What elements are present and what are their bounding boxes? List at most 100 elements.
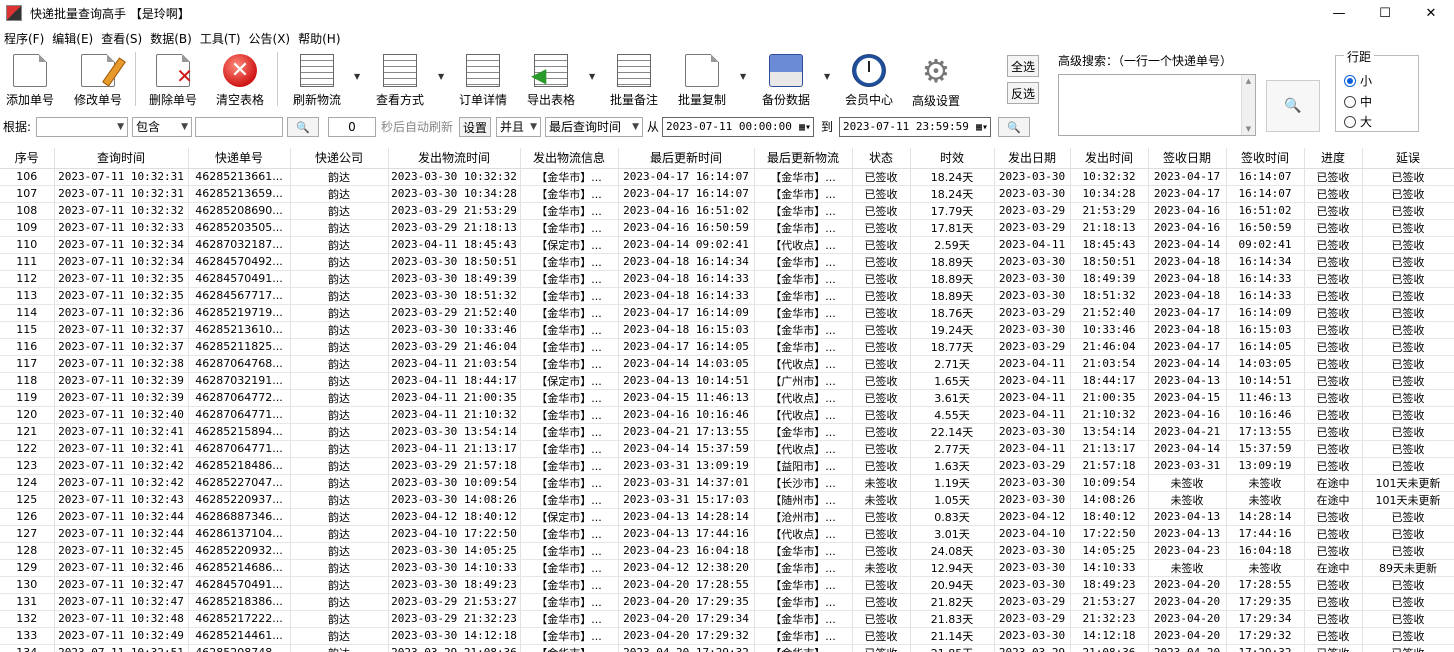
- radio-small[interactable]: [1344, 74, 1356, 87]
- column-header[interactable]: 序号: [0, 148, 55, 169]
- table-row[interactable]: 127 2023-07-11 10:32:44 46286137104... 韵达 20…: [0, 525, 1454, 543]
- table-row[interactable]: 115 2023-07-11 10:32:37 46285213610... 韵达 20…: [0, 321, 1454, 339]
- table-row[interactable]: 112 2023-07-11 10:32:35 46284570491... 韵达 20…: [0, 270, 1454, 288]
- batch-note-button[interactable]: 批量备注: [602, 52, 666, 108]
- table-cell: 韵达: [290, 168, 389, 186]
- backup-button[interactable]: 备份数据: [754, 52, 818, 108]
- table-row[interactable]: 130 2023-07-11 10:32:47 46284570491... 韵达 20…: [0, 576, 1454, 594]
- table-row[interactable]: 107 2023-07-11 10:32:31 46285213659... 韵达 20…: [0, 185, 1454, 203]
- table-row[interactable]: 121 2023-07-11 10:32:41 46285215894... 韵达 20…: [0, 423, 1454, 441]
- radio-medium[interactable]: [1344, 95, 1356, 108]
- menu-help[interactable]: 帮助(H): [294, 30, 344, 47]
- table-row[interactable]: 131 2023-07-11 10:32:47 46285218386... 韵达 20…: [0, 593, 1454, 611]
- table-row[interactable]: 119 2023-07-11 10:32:39 46287064772... 韵达 20…: [0, 389, 1454, 407]
- scroll-up-icon[interactable]: ▲: [1246, 77, 1251, 85]
- row-height-medium[interactable]: 中: [1344, 93, 1372, 110]
- scroll-down-icon[interactable]: ▼: [1246, 125, 1251, 133]
- date-from-picker[interactable]: 2023-07-11 00:00:00 ▦▾: [662, 117, 814, 137]
- table-row[interactable]: 110 2023-07-11 10:32:34 46287032187... 韵达 20…: [0, 236, 1454, 254]
- clear-button[interactable]: ✕ 清空表格: [208, 52, 272, 108]
- batch-copy-button[interactable]: 批量复制: [670, 52, 734, 108]
- close-button[interactable]: ✕: [1408, 0, 1454, 26]
- column-header[interactable]: 最后更新物流: [754, 148, 853, 169]
- table-row[interactable]: 120 2023-07-11 10:32:40 46287064771... 韵达 20…: [0, 406, 1454, 424]
- advanced-search-scrollbar[interactable]: ▲ ▼: [1241, 75, 1255, 135]
- minimize-button[interactable]: —: [1316, 0, 1362, 26]
- column-header[interactable]: 延误: [1362, 148, 1454, 169]
- table-row[interactable]: 114 2023-07-11 10:32:36 46285219719... 韵达 20…: [0, 304, 1454, 322]
- delete-button[interactable]: ✕ 删除单号: [141, 52, 205, 108]
- menu-data[interactable]: 数据(B): [146, 30, 196, 47]
- table-row[interactable]: 116 2023-07-11 10:32:37 46285211825... 韵达 20…: [0, 338, 1454, 356]
- column-header[interactable]: 状态: [852, 148, 911, 169]
- set-button[interactable]: 设置: [459, 117, 491, 137]
- view-mode-dropdown-icon[interactable]: ▼: [438, 72, 444, 81]
- column-header[interactable]: 查询时间: [54, 148, 189, 169]
- time-field-select[interactable]: 最后查询时间 ▼: [545, 117, 643, 137]
- menu-edit[interactable]: 编辑(E): [48, 30, 97, 47]
- table-row[interactable]: 122 2023-07-11 10:32:41 46287064771... 韵达 20…: [0, 440, 1454, 458]
- refresh-button[interactable]: 刷新物流: [285, 52, 349, 108]
- table-row[interactable]: 109 2023-07-11 10:32:33 46285203505... 韵达 20…: [0, 219, 1454, 237]
- menu-tools[interactable]: 工具(T): [196, 30, 245, 47]
- column-header[interactable]: 发出时间: [1070, 148, 1149, 169]
- export-button[interactable]: ◀ 导出表格: [519, 52, 583, 108]
- filter-field-select[interactable]: ▼: [36, 117, 128, 137]
- view-mode-button[interactable]: 查看方式: [368, 52, 432, 108]
- column-header[interactable]: 签收日期: [1148, 148, 1227, 169]
- filter-search-button[interactable]: 🔍: [287, 117, 319, 137]
- table-row[interactable]: 124 2023-07-11 10:32:42 46285227047... 韵达 20…: [0, 474, 1454, 492]
- logic-select[interactable]: 并且 ▼: [496, 117, 541, 137]
- member-button[interactable]: 会员中心: [837, 52, 901, 108]
- detail-button[interactable]: 订单详情: [451, 52, 515, 108]
- column-header[interactable]: 时效: [910, 148, 995, 169]
- backup-dropdown-icon[interactable]: ▼: [824, 72, 830, 81]
- table-row[interactable]: 133 2023-07-11 10:32:49 46285214461... 韵达 20…: [0, 627, 1454, 645]
- table-row[interactable]: 132 2023-07-11 10:32:48 46285217222... 韵达 20…: [0, 610, 1454, 628]
- table-row[interactable]: 1342023-07-11 10:32:5146285208748...韵达20…: [0, 644, 1454, 652]
- table-row[interactable]: 125 2023-07-11 10:32:43 46285220937... 韵达 20…: [0, 491, 1454, 509]
- menu-program[interactable]: 程序(F): [0, 30, 48, 47]
- refresh-dropdown-icon[interactable]: ▼: [354, 72, 360, 81]
- filter-match-select[interactable]: 包含 ▼: [132, 117, 192, 137]
- column-header[interactable]: 快递公司: [290, 148, 389, 169]
- calendar-icon[interactable]: ▦▾: [799, 119, 811, 137]
- row-height-large[interactable]: 大: [1344, 113, 1372, 130]
- edit-button[interactable]: 修改单号: [66, 52, 130, 108]
- advanced-search-textarea[interactable]: ▲ ▼: [1058, 74, 1256, 136]
- table-row[interactable]: 108 2023-07-11 10:32:32 46285208690... 韵达 20…: [0, 202, 1454, 220]
- table-row[interactable]: 126 2023-07-11 10:32:44 46286887346... 韵达 20…: [0, 508, 1454, 526]
- filter-keyword-input[interactable]: [195, 117, 283, 137]
- maximize-button[interactable]: ☐: [1362, 0, 1408, 26]
- invert-selection-button[interactable]: 反选: [1007, 82, 1039, 104]
- table-row[interactable]: 106 2023-07-11 10:32:31 46285213661... 韵达 20…: [0, 168, 1454, 186]
- table-row[interactable]: 117 2023-07-11 10:32:38 46287064768... 韵达 20…: [0, 355, 1454, 373]
- column-header[interactable]: 发出物流信息: [520, 148, 619, 169]
- table-row[interactable]: 123 2023-07-11 10:32:42 46285218486... 韵达 20…: [0, 457, 1454, 475]
- advanced-search-button[interactable]: 🔍: [1266, 80, 1320, 132]
- date-to-picker[interactable]: 2023-07-11 23:59:59 ▦▾: [839, 117, 991, 137]
- export-dropdown-icon[interactable]: ▼: [589, 72, 595, 81]
- refresh-interval-input[interactable]: 0: [328, 117, 376, 137]
- calendar-icon[interactable]: ▦▾: [976, 119, 988, 137]
- column-header[interactable]: 签收时间: [1226, 148, 1305, 169]
- table-row[interactable]: 111 2023-07-11 10:32:34 46284570492... 韵达 20…: [0, 253, 1454, 271]
- advanced-settings-button[interactable]: ⚙ 高级设置: [904, 52, 968, 108]
- column-header[interactable]: 快递单号: [188, 148, 291, 169]
- radio-large[interactable]: [1344, 115, 1356, 128]
- table-row[interactable]: 118 2023-07-11 10:32:39 46287032191... 韵达 20…: [0, 372, 1454, 390]
- column-header[interactable]: 发出物流时间: [388, 148, 521, 169]
- column-header[interactable]: 进度: [1304, 148, 1363, 169]
- row-height-small[interactable]: 小: [1344, 72, 1372, 89]
- add-button[interactable]: 添加单号: [0, 52, 62, 108]
- table-row[interactable]: 113 2023-07-11 10:32:35 46284567717... 韵达 20…: [0, 287, 1454, 305]
- column-header[interactable]: 发出日期: [994, 148, 1071, 169]
- table-row[interactable]: 128 2023-07-11 10:32:45 46285220932... 韵达 20…: [0, 542, 1454, 560]
- table-row[interactable]: 129 2023-07-11 10:32:46 46285214686... 韵达 20…: [0, 559, 1454, 577]
- menu-view[interactable]: 查看(S): [97, 30, 146, 47]
- date-search-button[interactable]: 🔍: [998, 117, 1030, 137]
- menu-notice[interactable]: 公告(X): [245, 30, 295, 47]
- batch-copy-dropdown-icon[interactable]: ▼: [740, 72, 746, 81]
- column-header[interactable]: 最后更新时间: [618, 148, 755, 169]
- select-all-button[interactable]: 全选: [1007, 55, 1039, 77]
